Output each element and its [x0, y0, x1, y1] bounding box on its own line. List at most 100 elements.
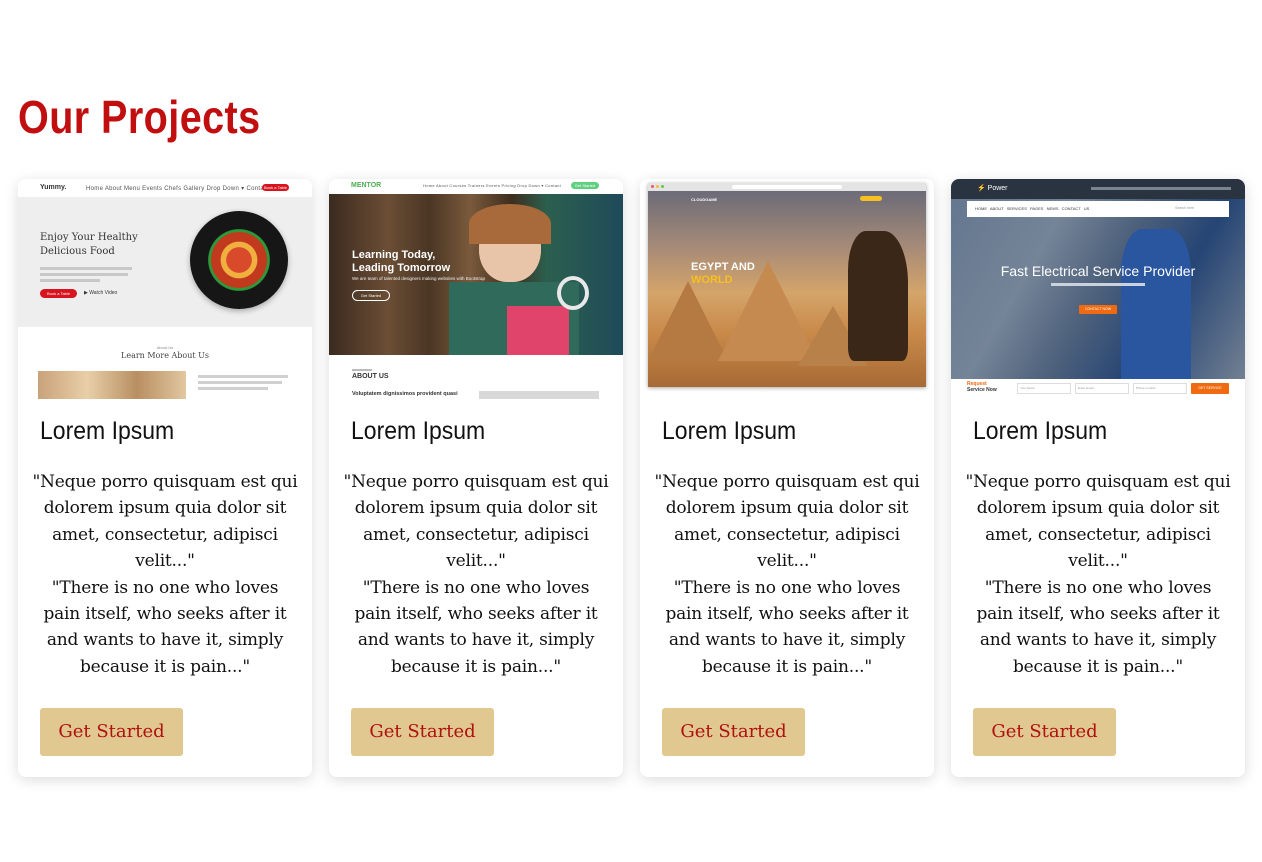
camel-rider-figure [848, 231, 908, 361]
preview-headline-line: Enjoy Your Healthy [40, 232, 138, 243]
preview-hero: CLOUDGAME EGYPT AND WORLD [648, 191, 926, 387]
preview-cta: Book a Table [262, 184, 289, 191]
preview-search: Search here [1175, 206, 1195, 210]
card-title: Lorem Ipsum [40, 417, 175, 445]
get-started-button[interactable]: Get Started [662, 708, 805, 756]
preview-navbar: Yummy. Home About Menu Events Chefs Gall… [18, 179, 312, 197]
preview-name-field: Your Name [1017, 383, 1071, 394]
preview-nav-links: HOME ABOUT SERVICES PAGES NEWS CONTACT U… [975, 206, 1090, 211]
project-preview-image[interactable]: MENTOR Home About Courses Trainers Event… [329, 179, 623, 399]
preview-section-kicker: About Us [156, 345, 174, 350]
preview-request-title: Request Service Now [967, 381, 997, 393]
get-started-button[interactable]: Get Started [40, 708, 183, 756]
preview-phone-field: Phone number [1133, 383, 1187, 394]
preview-headline-line: Learning Today, [352, 249, 436, 261]
project-card: CLOUDGAME EGYPT AND WORLD Lorem Ipsum "N… [640, 179, 934, 777]
get-started-button[interactable]: Get Started [973, 708, 1116, 756]
project-preview-image[interactable]: Yummy. Home About Menu Events Chefs Gall… [18, 179, 312, 399]
food-plate-image [190, 211, 288, 309]
card-quote: "Neque porro quisquam est qui dolorem ip… [32, 472, 298, 572]
card-quote: "There is no one who loves pain itself, … [665, 577, 909, 677]
project-card: MENTOR Home About Courses Trainers Event… [329, 179, 623, 777]
preview-text-line [40, 279, 100, 282]
preview-contact-info [1091, 187, 1231, 190]
preview-headline: EGYPT AND WORLD [691, 261, 755, 287]
preview-text-line [40, 273, 128, 276]
preview-headline: Enjoy Your Healthy Delicious Food [40, 231, 138, 259]
preview-subtitle: We are team of talented designers making… [352, 276, 485, 281]
card-description: "Neque porro quisquam est qui dolorem ip… [654, 469, 920, 680]
preview-hero-button: Get Started [352, 290, 390, 301]
preview-brand: Yummy. [40, 184, 67, 191]
preview-navbar: HOME ABOUT SERVICES PAGES NEWS CONTACT U… [967, 201, 1229, 217]
preview-text-line [352, 369, 372, 371]
preview-request-line: Service Now [967, 387, 997, 393]
preview-about-image [38, 371, 186, 399]
preview-hero: Learning Today, Leading Tomorrow We are … [329, 194, 623, 355]
preview-brand-label: Power [987, 185, 1008, 192]
preview-hero: Enjoy Your Healthy Delicious Food Book a… [18, 197, 312, 327]
preview-headline: Fast Electrical Service Provider [1000, 263, 1196, 279]
preview-cta [860, 196, 882, 201]
page-title: Our Projects [18, 91, 261, 143]
student-photo-book [507, 306, 569, 355]
preview-brand: MENTOR [351, 182, 382, 189]
preview-text-line [1051, 283, 1145, 286]
electrician-figure [1121, 229, 1191, 379]
window-maximize-icon [661, 185, 664, 188]
card-quote: "Neque porro quisquam est qui dolorem ip… [654, 472, 920, 572]
preview-submit-button: GET SERVICE [1191, 383, 1229, 394]
window-minimize-icon [656, 185, 659, 188]
preview-headline-line: Delicious Food [40, 246, 115, 257]
url-bar [732, 185, 842, 189]
preview-text-line [198, 375, 288, 378]
hero-overlay [951, 199, 1245, 379]
card-description: "Neque porro quisquam est qui dolorem ip… [343, 469, 609, 680]
card-title: Lorem Ipsum [662, 417, 797, 445]
card-quote: "There is no one who loves pain itself, … [43, 577, 287, 677]
card-body: Lorem Ipsum "Neque porro quisquam est qu… [329, 399, 623, 777]
card-title: Lorem Ipsum [973, 417, 1108, 445]
preview-section-title: Learn More About Us [121, 351, 209, 360]
preview-nav-links: Home About Menu Events Chefs Gallery Dro… [86, 186, 270, 192]
project-card: Yummy. Home About Menu Events Chefs Gall… [18, 179, 312, 777]
preview-hero-button: CONTACT NOW [1079, 305, 1117, 314]
preview-watch-link: ▶ Watch Video [84, 290, 118, 296]
card-quote: "Neque porro quisquam est qui dolorem ip… [965, 472, 1231, 572]
preview-nav-links: Home About Courses Trainers Events Prici… [423, 183, 561, 188]
preview-email-field: Enter Email [1075, 383, 1129, 394]
card-body: Lorem Ipsum "Neque porro quisquam est qu… [951, 399, 1245, 777]
card-quote: "There is no one who loves pain itself, … [976, 577, 1220, 677]
preview-headline-line: EGYPT AND [691, 261, 755, 273]
preview-brand: CLOUDGAME [691, 197, 718, 202]
preview-watch-label: Watch Video [89, 290, 118, 296]
card-quote: "Neque porro quisquam est qui dolorem ip… [343, 472, 609, 572]
card-quote: "There is no one who loves pain itself, … [354, 577, 598, 677]
preview-browser-window: CLOUDGAME EGYPT AND WORLD [648, 183, 926, 387]
card-description: "Neque porro quisquam est qui dolorem ip… [965, 469, 1231, 680]
card-title: Lorem Ipsum [351, 417, 486, 445]
preview-text-line [198, 381, 282, 384]
preview-headline-line: WORLD [691, 274, 733, 286]
project-preview-image[interactable]: ⚡ Power HOME ABOUT SERVICES PAGES NEWS C… [951, 179, 1245, 399]
preview-section-title: ABOUT US [352, 373, 389, 380]
preview-headline-line: Leading Tomorrow [352, 262, 451, 274]
get-started-button[interactable]: Get Started [351, 708, 494, 756]
preview-browser-bar [648, 183, 926, 191]
student-photo-headphones [557, 276, 589, 310]
preview-brand: ⚡ Power [977, 184, 1008, 192]
preview-about-image [479, 391, 599, 399]
preview-navbar: MENTOR Home About Courses Trainers Event… [329, 179, 623, 194]
card-body: Lorem Ipsum "Neque porro quisquam est qu… [640, 399, 934, 777]
preview-book-button: Book a Table [40, 289, 77, 298]
window-close-icon [651, 185, 654, 188]
preview-text-line [40, 267, 132, 270]
project-preview-image[interactable]: CLOUDGAME EGYPT AND WORLD [640, 179, 934, 399]
card-description: "Neque porro quisquam est qui dolorem ip… [32, 469, 298, 680]
preview-headline: Learning Today, Leading Tomorrow [352, 249, 450, 275]
card-body: Lorem Ipsum "Neque porro quisquam est qu… [18, 399, 312, 777]
preview-hero: HOME ABOUT SERVICES PAGES NEWS CONTACT U… [951, 199, 1245, 379]
power-logo-icon: ⚡ [977, 185, 986, 192]
pyramid-shape [648, 281, 728, 361]
project-card: ⚡ Power HOME ABOUT SERVICES PAGES NEWS C… [951, 179, 1245, 777]
